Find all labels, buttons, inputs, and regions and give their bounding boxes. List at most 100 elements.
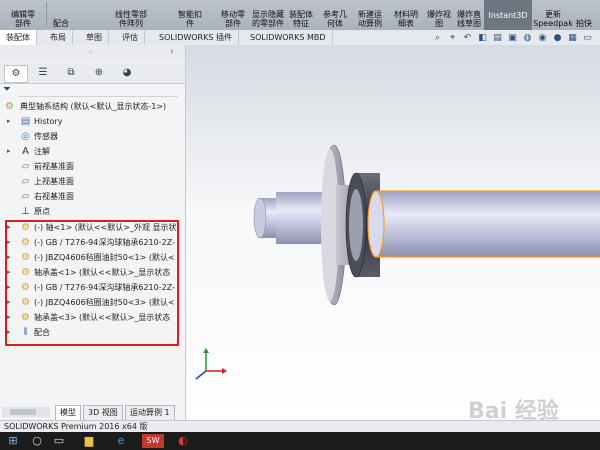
tab-mbd[interactable]: SOLIDWORKS MBD: [244, 30, 333, 45]
tab-addins[interactable]: SOLIDWORKS 插件: [153, 30, 239, 45]
show-hidden-components-button[interactable]: 显示隐藏 的零部件: [251, 0, 285, 28]
tree-item-label: History: [34, 117, 63, 126]
zoom-to-fit-icon[interactable]: ⌕: [432, 33, 443, 44]
snapshot-button[interactable]: 拍快: [576, 0, 600, 28]
tree-root[interactable]: ⚙ 典型轴系结构 (默认<默认_显示状态-1>): [0, 99, 185, 114]
assembly-icon: ⚙: [5, 101, 14, 112]
scene-icon[interactable]: ▦: [567, 33, 578, 44]
new-motion-study-button[interactable]: 新建运 动算例: [352, 0, 388, 28]
mate-button[interactable]: 配合: [48, 0, 74, 28]
app-icon[interactable]: ◐: [174, 434, 192, 448]
display-manager-tab-icon[interactable]: ◕: [116, 65, 138, 81]
expand-arrow-icon[interactable]: ▸: [7, 114, 14, 129]
button-label: 部件: [15, 19, 31, 28]
tree-item-label: 上视基准面: [34, 177, 74, 186]
property-manager-tab-icon[interactable]: ☰: [32, 65, 54, 81]
tree-item-origin[interactable]: ⊥ 原点: [0, 204, 185, 219]
button-label: 动算例: [358, 19, 382, 28]
button-label: 拍快: [576, 19, 592, 28]
dynamic-annotation-icon[interactable]: ▤: [492, 33, 503, 44]
smart-fasteners-button[interactable]: 智能扣件: [168, 0, 212, 28]
button-label: Instant3D: [488, 10, 528, 20]
horizontal-scrollbar[interactable]: [2, 407, 50, 417]
tree-item-label: 原点: [34, 207, 50, 216]
button-label: 部件: [225, 19, 241, 28]
button-label: 材料明: [394, 10, 418, 19]
button-label: 线草图: [457, 19, 481, 28]
tab-sketch[interactable]: 草图: [80, 30, 109, 45]
plane-icon: ▱: [21, 161, 30, 172]
tree-item-history[interactable]: ▸ ▤ History: [0, 114, 185, 129]
move-component-button[interactable]: 移动零 部件: [215, 0, 251, 28]
ribbon-divider: [46, 2, 47, 26]
tree-item-front-plane[interactable]: ▱ 前视基准面: [0, 159, 185, 174]
chevron-right-icon[interactable]: ›: [170, 47, 174, 57]
windows-taskbar: ⊞ ○ ▭ ▆ e SW ◐: [0, 432, 600, 450]
start-icon[interactable]: ⊞: [4, 434, 22, 448]
command-ribbon: 编辑零 部件 配合 线性零部 件阵列 智能扣件 移动零 部件 显示隐藏 的零部件 装配体…: [0, 0, 600, 30]
section-view-icon[interactable]: ◧: [477, 33, 488, 44]
tree-item-top-plane[interactable]: ▱ 上视基准面: [0, 174, 185, 189]
shaft-assembly-model[interactable]: [186, 45, 600, 420]
tab-motion-study[interactable]: 运动算例 1: [125, 405, 175, 421]
tree-item-label: 注解: [34, 147, 50, 156]
view-settings-icon[interactable]: ▭: [582, 33, 593, 44]
shaft-end-face: [253, 197, 267, 239]
linear-pattern-button[interactable]: 线性零部 件阵列: [100, 0, 162, 28]
view-orientation-icon[interactable]: ▣: [507, 33, 518, 44]
tree-item-annotations[interactable]: ▸ A 注解: [0, 144, 185, 159]
previous-view-icon[interactable]: ↶: [462, 33, 473, 44]
search-icon[interactable]: ○: [28, 434, 46, 448]
bill-of-materials-button[interactable]: 材料明 细表: [389, 0, 423, 28]
task-view-icon[interactable]: ▭: [50, 434, 68, 448]
tree-item-right-plane[interactable]: ▱ 右视基准面: [0, 189, 185, 204]
appearance-icon[interactable]: ●: [552, 33, 563, 44]
scrollbar-thumb[interactable]: [10, 409, 36, 415]
dimxpert-tab-icon[interactable]: ⊕: [88, 65, 110, 81]
button-label: 特征: [293, 19, 309, 28]
plane-icon: ▱: [21, 191, 30, 202]
button-label: 移动零: [221, 10, 245, 19]
graphics-viewport[interactable]: [186, 45, 600, 420]
tab-assembly[interactable]: 装配体: [0, 30, 37, 45]
edit-component-button[interactable]: 编辑零 部件: [2, 0, 44, 28]
tree-item-sensors[interactable]: ◎ 传感器: [0, 129, 185, 144]
filter-field[interactable]: [18, 85, 178, 97]
file-explorer-icon[interactable]: ▆: [80, 434, 98, 448]
zoom-area-icon[interactable]: ⌖: [447, 33, 458, 44]
exploded-view-button[interactable]: 爆炸视图: [423, 0, 455, 28]
shaft-shoulder-edge: [367, 190, 385, 258]
button-label: 何体: [327, 19, 343, 28]
button-label: 参考几: [323, 10, 347, 19]
feature-tree-tab-icon[interactable]: ⚙: [4, 65, 28, 83]
splitter-dot-icon[interactable]: ◦: [88, 48, 93, 57]
explode-line-sketch-button[interactable]: 爆炸直 线草图: [452, 0, 486, 28]
expand-arrow-icon[interactable]: ▸: [7, 144, 14, 159]
tab-evaluate[interactable]: 评估: [116, 30, 145, 45]
button-label: 件: [186, 19, 194, 28]
update-speedpak-button[interactable]: 更新 Speedpak: [532, 0, 574, 28]
button-label: 更新: [545, 10, 561, 19]
tree-item-label: 右视基准面: [34, 192, 74, 201]
tab-layout[interactable]: 布局: [44, 30, 73, 45]
panel-header: ◦ ›: [0, 45, 185, 62]
bearing-inner-ring: [349, 189, 363, 261]
button-label: 新建运: [358, 10, 382, 19]
tab-3d-view[interactable]: 3D 视图: [83, 405, 123, 421]
assembly-features-button[interactable]: 装配体 特征: [284, 0, 318, 28]
hide-show-icon[interactable]: ◉: [537, 33, 548, 44]
tab-model[interactable]: 模型: [55, 405, 81, 421]
configuration-manager-tab-icon[interactable]: ⧉: [60, 65, 82, 81]
button-label: Speedpak: [533, 19, 573, 28]
button-label: 图: [435, 19, 443, 28]
button-label: 件阵列: [119, 19, 143, 28]
display-style-icon[interactable]: ◍: [522, 33, 533, 44]
instant3d-button[interactable]: Instant3D: [484, 0, 532, 30]
main-shaft: [374, 191, 600, 257]
bottom-tabs: 模型 3D 视图 运动算例 1: [0, 405, 185, 421]
browser-icon[interactable]: e: [112, 434, 130, 448]
sensor-icon: ◎: [21, 131, 30, 142]
button-label: 智能扣: [178, 10, 202, 19]
solidworks-icon[interactable]: SW: [142, 434, 164, 448]
reference-geometry-button[interactable]: 参考几 何体: [318, 0, 352, 28]
